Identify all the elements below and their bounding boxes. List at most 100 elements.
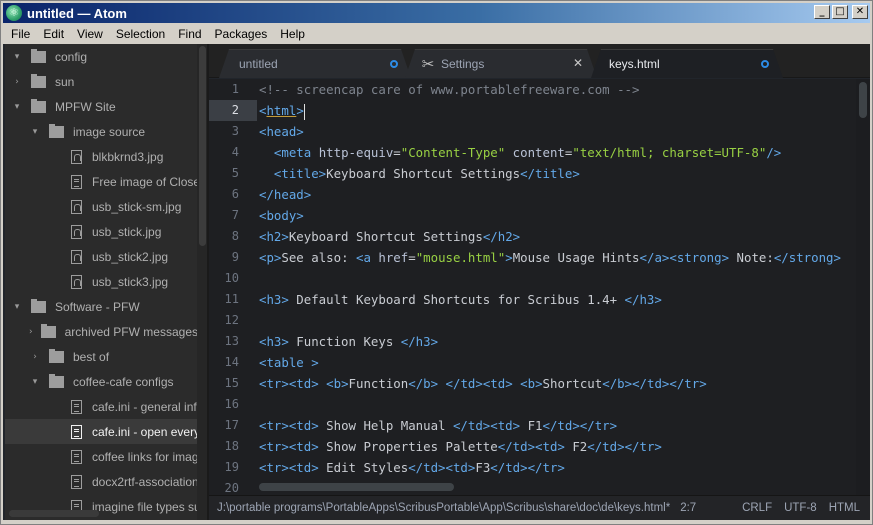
code-line[interactable]: <!-- screencap care of www.portablefreew… bbox=[259, 79, 639, 100]
close-button[interactable]: ✕ bbox=[852, 5, 868, 19]
code-line[interactable]: <h3> Default Keyboard Shortcuts for Scri… bbox=[259, 289, 662, 310]
menu-help[interactable]: Help bbox=[280, 27, 305, 41]
line-number[interactable]: 20 bbox=[209, 478, 239, 495]
tree-item-label: cafe.ini - general info - bbox=[92, 399, 197, 414]
tree-vertical-scrollbar-thumb[interactable] bbox=[199, 46, 206, 246]
line-number[interactable]: 18 bbox=[209, 436, 239, 457]
tree-file[interactable]: cafe.ini - open everythin bbox=[5, 419, 197, 444]
title-bar[interactable]: ⚛ untitled — Atom _ □ ✕ bbox=[3, 3, 870, 23]
tab-settings[interactable]: ✂ Settings ✕ bbox=[405, 49, 597, 78]
code-token: Note: bbox=[729, 250, 774, 265]
menu-view[interactable]: View bbox=[77, 27, 103, 41]
chevron-down-icon[interactable]: ▾ bbox=[11, 302, 23, 312]
line-ending-selector[interactable]: CRLF bbox=[742, 502, 772, 514]
tree-file[interactable]: cafe.ini - general info - bbox=[5, 394, 197, 419]
tree-folder[interactable]: ▾ config bbox=[5, 44, 197, 69]
line-number[interactable]: 11 bbox=[209, 289, 239, 310]
tree-folder[interactable]: ▾ image source bbox=[5, 119, 197, 144]
line-number[interactable]: 3 bbox=[209, 121, 239, 142]
code-line[interactable]: <tr><td> Show Properties Palette</td><td… bbox=[259, 436, 662, 457]
chevron-right-icon[interactable]: › bbox=[29, 352, 41, 362]
encoding-selector[interactable]: UTF-8 bbox=[784, 502, 817, 514]
tab-keys-html[interactable]: keys.html bbox=[591, 49, 783, 78]
menu-edit[interactable]: Edit bbox=[43, 27, 64, 41]
line-number[interactable]: 14 bbox=[209, 352, 239, 373]
tree-file[interactable]: coffee links for imagine bbox=[5, 444, 197, 469]
code-line[interactable]: <p>See also: <a href="mouse.html">Mouse … bbox=[259, 247, 841, 268]
file-path[interactable]: J:\portable programs\PortableApps\Scribu… bbox=[217, 502, 670, 514]
tree-file[interactable]: Free image of Close up bbox=[5, 169, 197, 194]
text-file-icon bbox=[71, 399, 82, 414]
menu-selection[interactable]: Selection bbox=[116, 27, 165, 41]
line-number[interactable]: 2 bbox=[209, 100, 239, 121]
code-line[interactable]: <head> bbox=[259, 121, 304, 142]
line-number[interactable]: 17 bbox=[209, 415, 239, 436]
line-number[interactable]: 8 bbox=[209, 226, 239, 247]
line-number[interactable]: 6 bbox=[209, 184, 239, 205]
chevron-right-icon[interactable]: › bbox=[29, 327, 33, 337]
code-line[interactable]: <html> bbox=[259, 100, 305, 121]
editor-vertical-scrollbar[interactable] bbox=[856, 79, 870, 495]
line-number[interactable]: 1 bbox=[209, 79, 239, 100]
tree-folder[interactable]: › sun bbox=[5, 69, 197, 94]
code-line[interactable]: <tr><td> <b>Function</b> </td><td> <b>Sh… bbox=[259, 373, 707, 394]
line-number[interactable]: 13 bbox=[209, 331, 239, 352]
tree-file[interactable]: usb_stick.jpg bbox=[5, 219, 197, 244]
text-file-icon bbox=[71, 174, 82, 189]
tree-folder[interactable]: › best of bbox=[5, 344, 197, 369]
tree-folder[interactable]: ▾ MPFW Site bbox=[5, 94, 197, 119]
code-token: <h2> bbox=[259, 229, 289, 244]
tree-file[interactable]: usb_stick3.jpg bbox=[5, 269, 197, 294]
code-line[interactable]: <h3> Function Keys </h3> bbox=[259, 331, 438, 352]
tree-folder[interactable]: ▾ Software - PFW bbox=[5, 294, 197, 319]
code-token: Mouse Usage Hints bbox=[512, 250, 640, 265]
tools-icon: ✂ bbox=[421, 54, 435, 73]
code-line[interactable]: <tr><td> Show Help Manual </td><td> F1</… bbox=[259, 415, 617, 436]
code-line[interactable]: <body> bbox=[259, 205, 304, 226]
tree-file[interactable]: usb_stick2.jpg bbox=[5, 244, 197, 269]
tree-folder[interactable]: ▾ coffee-cafe configs bbox=[5, 369, 197, 394]
minimize-button[interactable]: _ bbox=[814, 5, 830, 19]
line-number[interactable]: 12 bbox=[209, 310, 239, 331]
menu-find[interactable]: Find bbox=[178, 27, 201, 41]
line-number[interactable]: 7 bbox=[209, 205, 239, 226]
tab-close-icon[interactable]: ✕ bbox=[573, 56, 583, 70]
code-line[interactable]: <meta http-equiv="Content-Type" content=… bbox=[259, 142, 781, 163]
grammar-selector[interactable]: HTML bbox=[829, 502, 860, 514]
line-number[interactable]: 4 bbox=[209, 142, 239, 163]
chevron-down-icon[interactable]: ▾ bbox=[11, 52, 23, 62]
maximize-button[interactable]: □ bbox=[832, 5, 848, 19]
tab-untitled[interactable]: untitled bbox=[219, 49, 411, 78]
chevron-down-icon[interactable]: ▾ bbox=[11, 102, 23, 112]
line-number[interactable]: 15 bbox=[209, 373, 239, 394]
line-number[interactable]: 16 bbox=[209, 394, 239, 415]
chevron-down-icon[interactable]: ▾ bbox=[29, 127, 41, 137]
chevron-down-icon[interactable]: ▾ bbox=[29, 377, 41, 387]
code-line[interactable]: </head> bbox=[259, 184, 311, 205]
tab-label: Settings bbox=[441, 56, 485, 71]
code-line[interactable]: <h2>Keyboard Shortcut Settings</h2> bbox=[259, 226, 520, 247]
line-number[interactable]: 5 bbox=[209, 163, 239, 184]
cursor-position[interactable]: 2:7 bbox=[680, 502, 696, 514]
code-token: <b> bbox=[326, 376, 349, 391]
tree-item-label: sun bbox=[55, 74, 75, 89]
line-number[interactable]: 9 bbox=[209, 247, 239, 268]
line-number[interactable]: 10 bbox=[209, 268, 239, 289]
line-number[interactable]: 19 bbox=[209, 457, 239, 478]
menu-file[interactable]: File bbox=[11, 27, 30, 41]
tree-horizontal-scrollbar-thumb[interactable] bbox=[9, 510, 99, 517]
tree-file[interactable]: usb_stick-sm.jpg bbox=[5, 194, 197, 219]
tree-file[interactable]: blkbkrnd3.jpg bbox=[5, 144, 197, 169]
editor-horizontal-scrollbar-thumb[interactable] bbox=[259, 483, 454, 491]
code-line[interactable]: <table > bbox=[259, 352, 319, 373]
tree-folder[interactable]: › archived PFW messages (vi bbox=[5, 319, 197, 344]
menu-packages[interactable]: Packages bbox=[215, 27, 268, 41]
code-editor[interactable]: 1 2 3 4 5 6 7 8 9 10 11 12 13 14 15 16 17 18 19 20 <!-- scr… bbox=[209, 79, 870, 495]
editor-vertical-scrollbar-thumb[interactable] bbox=[859, 82, 867, 118]
code-line[interactable]: <tr><td> Edit Styles</td><td>F3</td></tr… bbox=[259, 457, 565, 478]
tree-vertical-scrollbar[interactable] bbox=[197, 44, 207, 520]
chevron-right-icon[interactable]: › bbox=[11, 77, 23, 87]
code-line[interactable]: <title>Keyboard Shortcut Settings</title… bbox=[259, 163, 580, 184]
tree-file[interactable]: docx2rtf-associations.tx bbox=[5, 469, 197, 494]
